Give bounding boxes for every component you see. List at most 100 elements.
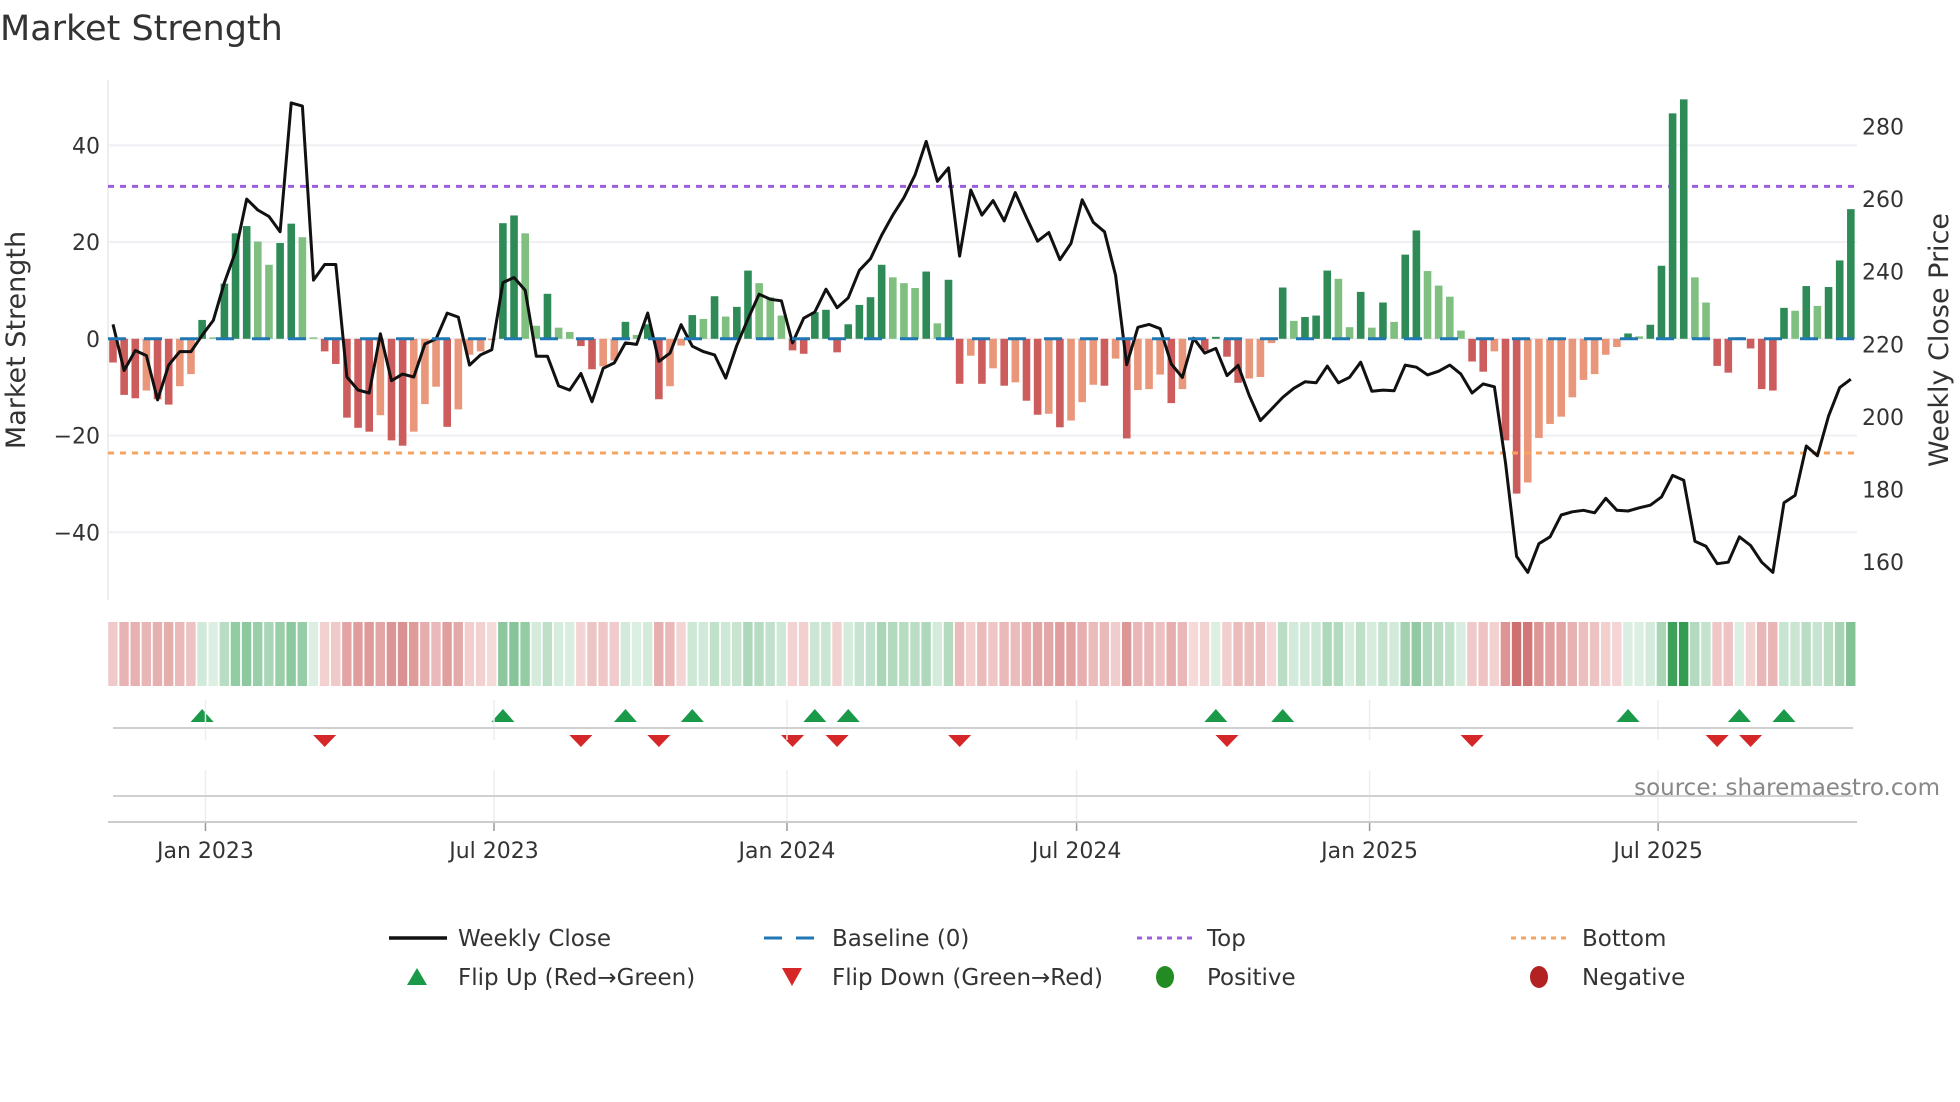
heat-cell	[1233, 622, 1243, 686]
heat-cell	[1144, 622, 1154, 686]
flip-up-marker	[1616, 709, 1640, 722]
negative-bar	[1022, 338, 1031, 401]
heat-cell	[152, 622, 163, 686]
negative-bar	[1100, 338, 1109, 386]
heat-cell	[1489, 622, 1499, 686]
negative-bar	[1724, 338, 1733, 373]
heat-cell	[119, 622, 129, 686]
heat-cell	[1088, 622, 1098, 686]
heat-cell	[810, 622, 820, 686]
negative-bar	[476, 338, 485, 352]
heat-cell	[1634, 622, 1644, 686]
flip-down-marker	[1705, 735, 1729, 747]
flip-up-marker	[1271, 709, 1295, 722]
positive-bar	[721, 316, 730, 339]
negative-bar	[1501, 338, 1510, 441]
heat-cell	[564, 622, 575, 686]
positive-bar	[1423, 271, 1432, 339]
negative-bar	[1746, 338, 1755, 349]
legend-label: Negative	[1582, 965, 1685, 991]
y-tick-label: 0	[86, 328, 100, 353]
negative-bar	[1111, 338, 1120, 359]
heat-cell	[1589, 622, 1600, 686]
y-tick-label: 20	[72, 231, 100, 256]
flip-up-marker	[613, 709, 637, 722]
legend-item: Flip Down (Green→Red)	[782, 965, 1103, 991]
triangle-down-icon	[782, 968, 802, 986]
flip-down-marker	[1215, 735, 1239, 747]
negative-bar	[187, 338, 195, 375]
heat-cell	[1756, 622, 1767, 686]
heat-cell	[709, 622, 720, 686]
legend-label: Bottom	[1582, 926, 1666, 952]
negative-bar	[978, 338, 986, 384]
x-tick-label: Jul 2024	[1030, 839, 1122, 864]
heat-cell	[1121, 622, 1132, 686]
heat-cell	[832, 622, 842, 686]
heat-cell	[1277, 622, 1288, 686]
heat-cell	[375, 622, 385, 686]
y2-tick-label: 200	[1862, 406, 1904, 431]
positive-bar	[1345, 327, 1354, 339]
heat-cell	[1522, 622, 1533, 686]
positive-bar	[287, 223, 296, 339]
negative-bar	[1044, 338, 1053, 414]
negative-bar	[387, 338, 396, 441]
y2-tick-label: 280	[1862, 115, 1904, 140]
positive-bar	[688, 315, 697, 339]
heat-cell	[453, 622, 463, 686]
positive-bar	[1368, 327, 1376, 339]
legend-item: Negative	[1530, 965, 1685, 991]
heat-cell	[486, 622, 497, 686]
heat-cell	[576, 622, 586, 686]
heat-cell	[353, 622, 363, 686]
heat-cell	[732, 622, 742, 686]
heat-cell	[1055, 622, 1065, 686]
heat-cell	[1578, 622, 1589, 686]
heat-cell	[687, 622, 697, 686]
source-label: source: sharemaestro.com	[1634, 775, 1940, 801]
positive-bar	[1691, 277, 1699, 339]
heat-cell	[910, 622, 920, 686]
x-tick-label: Jul 2025	[1611, 839, 1703, 864]
heat-cell	[475, 622, 486, 686]
heat-cell	[1433, 622, 1444, 686]
flip-up-marker	[803, 709, 827, 722]
heat-cell	[932, 622, 942, 686]
positive-bar	[276, 243, 284, 339]
heat-cell	[720, 622, 731, 686]
negative-dot-icon	[1530, 966, 1548, 988]
positive-bar	[1847, 209, 1855, 339]
y2-tick-label: 160	[1862, 551, 1904, 576]
positive-bar	[1312, 315, 1320, 339]
heat-cell	[1166, 622, 1176, 686]
heat-cell	[1244, 622, 1254, 686]
heat-cell	[1199, 622, 1210, 686]
heat-cell	[698, 622, 709, 686]
heat-cell	[1300, 622, 1310, 686]
flip-down-marker	[313, 735, 337, 747]
heat-cell	[765, 622, 775, 686]
heat-cell	[1801, 622, 1811, 686]
heat-cell	[943, 622, 954, 686]
heat-cell	[821, 622, 831, 686]
negative-bar	[320, 338, 329, 352]
heat-cell	[553, 622, 564, 686]
negative-bar	[989, 338, 997, 369]
heat-cell	[1177, 622, 1188, 686]
positive-dot-icon	[1156, 966, 1174, 988]
heat-cell	[1812, 622, 1823, 686]
heat-cell	[1378, 622, 1388, 686]
heat-cell	[654, 622, 664, 686]
flip-up-marker	[190, 709, 214, 722]
negative-bar	[677, 338, 685, 346]
heat-cell	[1066, 622, 1076, 686]
negative-bar	[1223, 338, 1231, 357]
heat-cell	[464, 622, 475, 686]
heat-cell	[843, 622, 853, 686]
flip-up-marker	[680, 709, 704, 722]
market-strength-chart: Market Strength Jan 2023 Jul 2023 Jan 2024…	[0, 9, 1955, 991]
negative-bar	[176, 338, 184, 387]
heat-cell	[1745, 622, 1756, 686]
heat-cell	[442, 622, 452, 686]
